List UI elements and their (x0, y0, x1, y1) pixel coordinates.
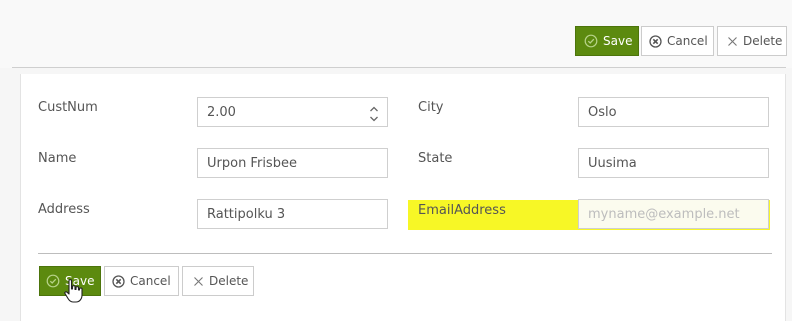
custnum-stepper[interactable] (361, 98, 387, 126)
custnum-input[interactable]: 2.00 (197, 97, 388, 127)
close-icon (193, 276, 204, 287)
email-label: EmailAddress (418, 203, 506, 218)
bottom-delete-label: Delete (209, 274, 249, 288)
close-icon (727, 36, 738, 47)
state-label: State (418, 151, 453, 166)
hand-cursor-icon (63, 278, 85, 304)
top-save-label: Save (603, 34, 633, 48)
city-input[interactable]: Oslo (578, 97, 769, 127)
top-cancel-label: Cancel (667, 34, 708, 48)
address-label: Address (38, 202, 90, 217)
name-label: Name (38, 151, 77, 166)
address-input[interactable]: Rattipolku 3 (197, 199, 388, 229)
bottom-delete-button[interactable]: Delete (182, 266, 254, 296)
state-input[interactable]: Uusima (578, 148, 769, 178)
toolbar-divider (12, 67, 786, 68)
spinner-down-icon[interactable] (369, 112, 379, 122)
page: Save Cancel Delete CustNum Name Address … (0, 0, 792, 321)
cancel-circle-icon (649, 34, 662, 48)
check-circle-icon (584, 34, 598, 48)
name-input[interactable]: Urpon Frisbee (197, 148, 388, 178)
spinner-up-icon[interactable] (369, 102, 379, 112)
city-label: City (418, 100, 444, 115)
top-cancel-button[interactable]: Cancel (641, 26, 714, 56)
bottom-cancel-label: Cancel (130, 274, 171, 288)
custnum-value: 2.00 (207, 104, 236, 120)
bottom-cancel-button[interactable]: Cancel (104, 266, 179, 296)
check-circle-icon (46, 274, 60, 288)
cancel-circle-icon (112, 274, 125, 288)
top-save-button[interactable]: Save (575, 26, 639, 56)
top-delete-label: Delete (743, 34, 783, 48)
custnum-label: CustNum (38, 100, 98, 115)
email-input[interactable]: myname@example.net (578, 199, 769, 229)
top-delete-button[interactable]: Delete (717, 26, 787, 56)
form-footer-divider (38, 253, 772, 254)
